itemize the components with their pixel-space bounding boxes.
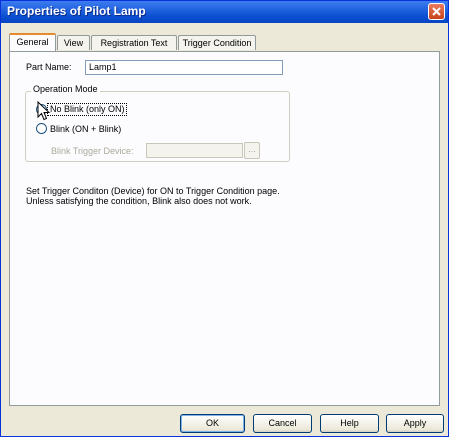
part-name-input[interactable]: Lamp1	[85, 60, 283, 75]
info-text-line-1: Set Trigger Conditon (Device) for ON to …	[26, 186, 280, 196]
properties-dialog: Properties of Pilot Lamp General View Re…	[0, 0, 449, 437]
tab-trigger-condition[interactable]: Trigger Condition	[178, 35, 256, 50]
close-button[interactable]	[428, 3, 445, 20]
apply-button[interactable]: Apply	[386, 414, 444, 433]
window-title: Properties of Pilot Lamp	[7, 4, 146, 18]
no-blink-label[interactable]: No Blink (only ON)	[50, 104, 125, 114]
browse-button[interactable]: ...	[244, 142, 260, 159]
tab-view[interactable]: View	[57, 35, 90, 50]
mouse-pointer-icon	[37, 101, 51, 121]
blink-label[interactable]: Blink (ON + Blink)	[50, 124, 121, 134]
help-button[interactable]: Help	[320, 414, 379, 433]
title-bar[interactable]: Properties of Pilot Lamp	[1, 1, 448, 23]
cancel-button[interactable]: Cancel	[253, 414, 312, 433]
part-name-label: Part Name:	[26, 62, 72, 72]
blink-trigger-device-label: Blink Trigger Device:	[51, 146, 134, 156]
blink-trigger-device-input[interactable]	[146, 143, 243, 158]
tab-general[interactable]: General	[9, 33, 56, 51]
ok-button[interactable]: OK	[180, 414, 245, 433]
close-icon	[432, 7, 441, 16]
info-text-line-2: Unless satisfying the condition, Blink a…	[26, 196, 252, 206]
blink-radio[interactable]	[36, 123, 47, 134]
tab-registration-text[interactable]: Registration Text	[91, 35, 177, 50]
operation-mode-legend: Operation Mode	[31, 84, 100, 94]
